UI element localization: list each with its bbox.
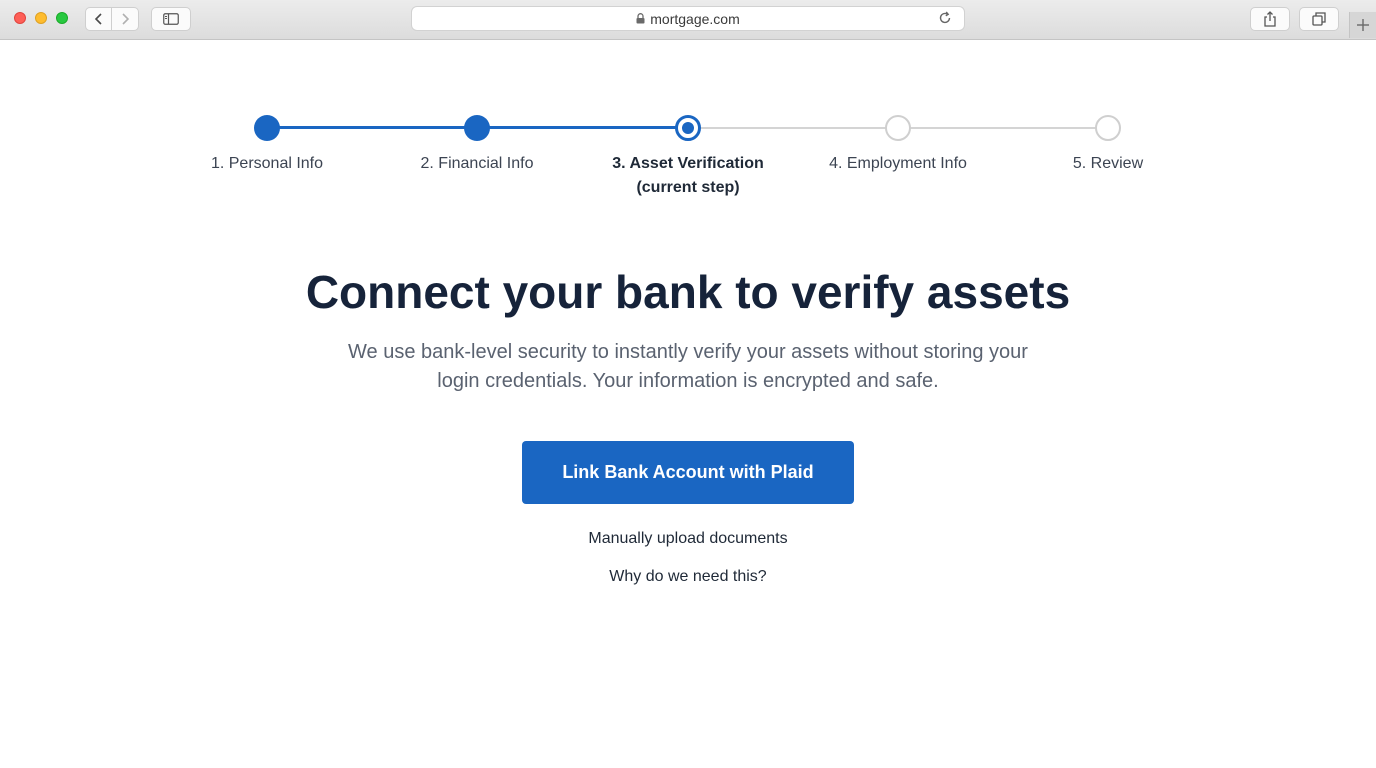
link-bank-account-button[interactable]: Link Bank Account with Plaid [522,441,854,504]
page-content: 1. Personal Info 2. Financial Info 3. As… [0,40,1376,768]
tab-overview-button[interactable] [1299,7,1339,31]
why-row: Why do we need this? [0,566,1376,588]
back-button[interactable] [85,7,112,31]
step-connector-3 [688,127,898,129]
step-connector-1 [267,126,477,129]
step-label-asset-verification: 3. Asset Verification (current step) [588,152,788,200]
window-minimize-button[interactable] [35,12,47,24]
step-indicator-employment-info [885,115,911,141]
security-description: We use bank-level security to instantly … [348,341,1028,392]
step-label-employment-info: 4. Employment Info [829,155,967,172]
url-text: mortgage.com [650,10,740,27]
forward-button[interactable] [111,7,139,31]
step-indicator-financial-info[interactable] [464,115,490,141]
step-label-review: 5. Review [1072,155,1144,172]
why-do-we-need-this-link[interactable]: Why do we need this? [609,568,766,585]
new-tab-button[interactable] [1349,12,1376,38]
reload-icon[interactable] [938,11,952,28]
share-button[interactable] [1250,7,1290,31]
lock-icon [636,13,645,24]
step-indicator-asset-verification [675,115,701,141]
chevron-left-icon [94,13,102,25]
tabs-icon [1312,12,1326,26]
page-title: Connect your bank to verify assets [305,266,1071,318]
plus-icon [1357,19,1369,31]
manual-upload-link[interactable]: Manually upload documents [588,530,787,547]
step-indicator-personal-info[interactable] [254,115,280,141]
step-label-asset-verification-title: 3. Asset Verification [612,155,764,172]
step-label-financial-info: 2. Financial Info [420,155,534,172]
step-label-personal-info: 1. Personal Info [210,155,324,172]
window-close-button[interactable] [14,12,26,24]
manual-upload-row: Manually upload documents [0,528,1376,550]
window-maximize-button[interactable] [56,12,68,24]
progress-stepper: 1. Personal Info 2. Financial Info 3. As… [0,40,1376,220]
address-bar[interactable]: mortgage.com [411,6,965,31]
step-connector-2 [477,126,688,129]
chevron-right-icon [122,13,130,25]
browser-toolbar: mortgage.com [0,0,1376,40]
sidebar-toggle-button[interactable] [151,7,191,31]
share-icon [1264,11,1276,27]
sidebar-icon [163,13,179,25]
step-indicator-review [1095,115,1121,141]
current-step-note: (current step) [636,179,740,196]
step-connector-4 [898,127,1108,129]
